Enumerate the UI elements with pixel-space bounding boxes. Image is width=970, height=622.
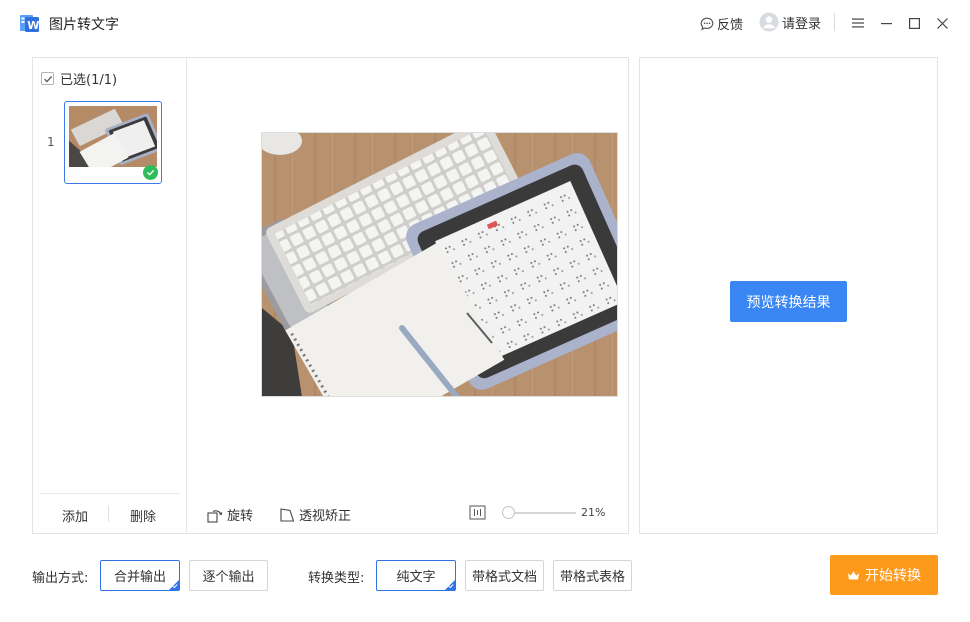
fit-screen-button[interactable] [469,504,486,521]
selected-check-icon [448,584,454,589]
maximize-button[interactable] [904,13,924,33]
selected-check-icon [172,584,178,589]
zoom-level: 21% [581,506,606,519]
maximize-icon [908,17,920,29]
rotate-button[interactable]: 旋转 [207,505,253,524]
result-panel: 预览转换结果 [639,57,938,534]
header-divider [834,13,835,31]
perspective-label: 透视矫正 [299,509,352,524]
zoom-slider-track[interactable] [506,512,576,514]
output-mode-label: 输出方式: [32,571,89,586]
feedback-button[interactable]: 反馈 [700,14,743,33]
individual-output-label: 逐个输出 [202,570,255,585]
minimize-button[interactable] [876,13,896,33]
close-icon [936,17,948,29]
formatted-table-option[interactable]: 带格式表格 [553,560,632,591]
individual-output-option[interactable]: 逐个输出 [189,560,268,591]
menu-icon [852,18,864,28]
thumbnail-footer: 添加 删除 [40,493,180,533]
title-bar: W 图片转文字 反馈 请登录 [0,0,970,46]
selected-check-icon [143,165,158,180]
feedback-label: 反馈 [717,18,744,33]
add-button[interactable]: 添加 [62,506,88,525]
svg-text:W: W [27,19,39,32]
crown-icon [848,570,859,579]
thumbnail-image [69,106,163,176]
checkbox-icon [41,72,54,85]
merge-output-label: 合并输出 [113,570,166,585]
start-convert-label: 开始转换 [865,568,921,584]
preview-photo [262,133,617,396]
login-label: 请登录 [782,16,822,32]
start-convert-button[interactable]: 开始转换 [830,555,938,595]
perspective-icon [280,507,295,522]
app-logo-icon: W [20,13,40,33]
delete-button[interactable]: 删除 [130,506,156,525]
login-button[interactable]: 请登录 [759,12,821,32]
thumbnail-list: 已选(1/1) 1 添加 删除 [33,58,187,533]
fit-screen-icon [469,505,486,520]
thumbnail-index: 1 [47,135,55,149]
formatted-table-label: 带格式表格 [559,570,625,585]
select-all-label: 已选(1/1) [60,73,118,88]
close-button[interactable] [932,13,952,33]
preview-toolbar: 旋转 透视矫正 21% [188,493,628,533]
plain-text-label: 纯文字 [396,570,436,585]
formatted-doc-option[interactable]: 带格式文档 [465,560,544,591]
zoom-slider-handle[interactable] [502,506,515,519]
perspective-correct-button[interactable]: 透视矫正 [279,505,351,524]
image-preview [261,132,618,397]
app-title: 图片转文字 [49,17,119,33]
chat-icon [700,17,714,30]
minimize-icon [880,22,892,24]
merge-output-option[interactable]: 合并输出 [100,560,180,591]
image-panel: 已选(1/1) 1 添加 删除 旋转 透视矫正 21% [32,57,629,534]
select-all-checkbox[interactable]: 已选(1/1) [41,69,117,88]
thumbnail-item[interactable] [64,101,163,184]
convert-type-label: 转换类型: [308,571,365,586]
preview-result-button[interactable]: 预览转换结果 [730,281,847,322]
menu-button[interactable] [848,13,868,33]
footer-divider [108,506,109,522]
rotate-label: 旋转 [227,509,254,524]
rotate-icon [207,509,223,523]
avatar-icon [759,12,779,32]
formatted-doc-label: 带格式文档 [471,570,537,585]
plain-text-option[interactable]: 纯文字 [376,560,456,591]
